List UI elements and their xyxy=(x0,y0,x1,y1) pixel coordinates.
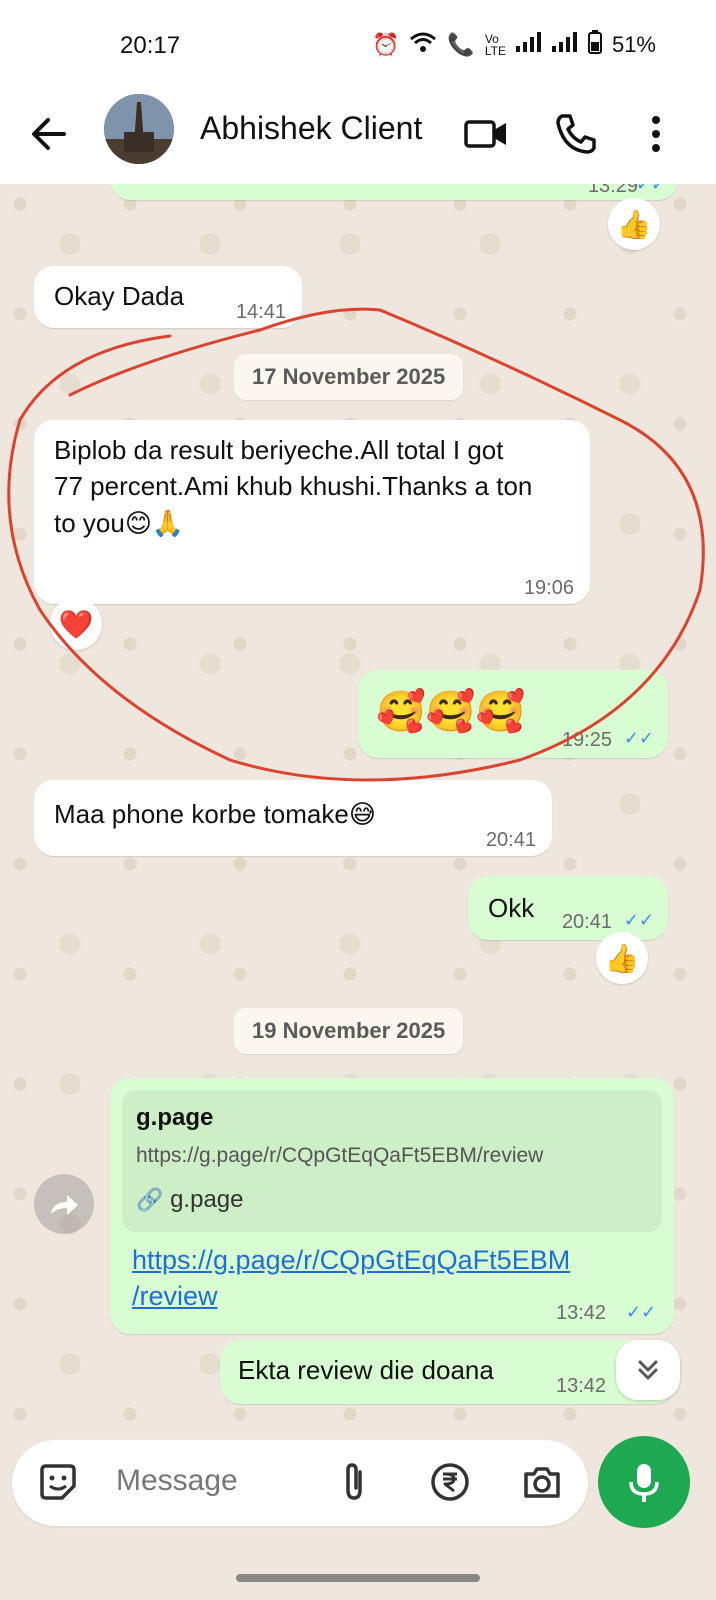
message-bubble-in[interactable]: Maa phone korbe tomake😅 20:41 xyxy=(34,780,552,856)
back-button[interactable] xyxy=(28,112,72,156)
link-url-line2[interactable]: /review xyxy=(132,1278,570,1314)
video-call-icon xyxy=(464,120,506,148)
rupee-icon xyxy=(431,1463,469,1501)
message-time: 20:41 xyxy=(485,829,536,851)
camera-icon xyxy=(524,1467,560,1498)
message-time: 13:42 xyxy=(556,1375,607,1397)
signal-icon xyxy=(515,32,542,58)
message-text: Okay Dada xyxy=(54,281,185,311)
message-input[interactable]: Message xyxy=(116,1464,238,1498)
status-icons: ⏰ 📞 Vo LTE 51% xyxy=(372,30,656,60)
sticker-icon xyxy=(40,1464,76,1500)
link-preview-domain: 🔗 g.page xyxy=(136,1186,243,1214)
signal-icon-2 xyxy=(551,32,578,58)
video-call-button[interactable] xyxy=(462,110,510,158)
battery-icon xyxy=(587,30,602,60)
voice-message-button[interactable] xyxy=(598,1436,690,1528)
forward-button[interactable] xyxy=(34,1174,94,1234)
message-bubble-out[interactable]: Okk 20:41 ✓✓ xyxy=(468,876,668,940)
message-bubble-in[interactable]: Biplob da result beriyeche.All total I g… xyxy=(34,420,590,604)
message-time: 13:42 xyxy=(556,1302,607,1324)
message-time: 19:25 xyxy=(561,729,612,751)
scroll-to-bottom-button[interactable] xyxy=(616,1340,680,1400)
mic-icon xyxy=(629,1464,659,1502)
message-text: Ekta review die doana xyxy=(238,1355,494,1385)
chat-area[interactable]: 13:29 ✓✓ 👍 Okay Dada 14:41 17 November 2… xyxy=(0,184,716,1440)
message-bubble-out[interactable]: Ekta review die doana 13:42 xyxy=(220,1340,674,1404)
reaction-badge[interactable]: 👍 xyxy=(608,198,660,250)
wifi-icon xyxy=(409,31,437,59)
message-time: 20:41 xyxy=(561,911,612,933)
date-divider: 19 November 2025 xyxy=(234,1008,464,1054)
message-text: Biplob da result beriyeche.All total I g… xyxy=(54,435,533,538)
read-ticks-icon: ✓✓ xyxy=(623,910,654,930)
chat-header: Abhishek Client xyxy=(0,92,716,184)
back-arrow-icon xyxy=(32,118,66,150)
link-url-line1[interactable]: https://g.page/r/CQpGtEqQaFt5EBM xyxy=(132,1242,570,1278)
link-icon: 🔗 xyxy=(136,1187,164,1212)
read-ticks-icon: ✓✓ xyxy=(623,728,654,748)
voice-call-button[interactable] xyxy=(552,110,600,158)
date-divider: 17 November 2025 xyxy=(234,354,464,400)
message-bubble-out[interactable]: 🥰🥰🥰 19:25 ✓✓ xyxy=(358,670,668,758)
camera-button[interactable] xyxy=(520,1460,564,1504)
attach-button[interactable] xyxy=(332,1460,376,1504)
message-time: 14:41 xyxy=(235,301,286,323)
battery-percent: 51% xyxy=(611,32,656,57)
message-text: Maa phone korbe tomake😅 xyxy=(54,799,376,829)
message-time: 19:06 xyxy=(523,577,574,599)
forward-icon xyxy=(51,1195,78,1215)
volte-icon: Vo LTE xyxy=(484,32,506,58)
status-time: 20:17 xyxy=(120,32,181,59)
message-text: 🥰🥰🥰 xyxy=(376,690,526,734)
message-link[interactable]: https://g.page/r/CQpGtEqQaFt5EBM /review xyxy=(132,1242,570,1315)
phone-icon xyxy=(556,114,596,154)
payment-button[interactable] xyxy=(428,1460,472,1504)
attach-icon xyxy=(346,1463,362,1500)
alarm-icon: ⏰ xyxy=(372,32,400,57)
avatar[interactable] xyxy=(104,94,174,164)
status-bar: 20:17 ⏰ 📞 Vo LTE 51% xyxy=(0,0,716,92)
message-input-bar[interactable]: Message xyxy=(12,1440,588,1526)
sticker-button[interactable] xyxy=(36,1460,80,1504)
system-nav-bar xyxy=(0,1540,716,1600)
link-domain-text: g.page xyxy=(170,1186,244,1213)
nav-gesture-handle[interactable] xyxy=(236,1574,480,1582)
more-vert-icon xyxy=(652,116,660,152)
link-preview-card[interactable]: g.page https://g.page/r/CQpGtEqQaFt5EBM/… xyxy=(122,1090,662,1232)
contact-name[interactable]: Abhishek Client xyxy=(200,110,422,147)
wifi-call-icon: 📞 xyxy=(447,32,475,57)
link-preview-title: g.page xyxy=(136,1104,214,1131)
read-ticks-icon: ✓✓ xyxy=(626,1302,657,1322)
link-preview-url: https://g.page/r/CQpGtEqQaFt5EBM/review xyxy=(136,1144,544,1167)
message-bubble-in[interactable]: Okay Dada 14:41 xyxy=(34,266,302,328)
message-text: Okk xyxy=(488,893,535,923)
more-options-button[interactable] xyxy=(636,110,676,158)
reaction-badge[interactable]: 👍 xyxy=(596,932,648,984)
chevron-double-down-icon xyxy=(638,1360,658,1380)
read-ticks-icon: ✓✓ xyxy=(635,184,666,194)
message-bubble-out[interactable]: 13:29 ✓✓ xyxy=(110,184,678,200)
reaction-badge[interactable]: ❤️ xyxy=(50,598,102,650)
